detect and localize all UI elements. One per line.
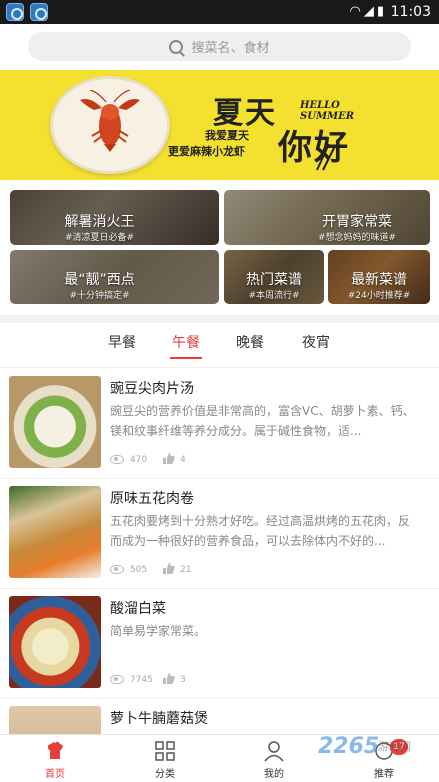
- likes-count: 21: [180, 565, 192, 575]
- home-chef-icon: [47, 741, 63, 759]
- views-count: 470: [130, 455, 148, 465]
- watermark-logo: 2265: [318, 734, 380, 759]
- search-icon: [169, 39, 184, 54]
- app-notification-icon: [6, 3, 24, 21]
- user-icon: [264, 741, 284, 762]
- views-icon: [110, 565, 124, 574]
- recipe-item[interactable]: 酸溜白菜 简单易学家常菜。 7745 3: [0, 589, 439, 699]
- nav-home[interactable]: 首页: [15, 735, 95, 782]
- nav-label: 分类: [155, 769, 175, 780]
- search-bar-area: 搜菜名、食材: [0, 24, 439, 70]
- active-tab-indicator: [170, 357, 202, 359]
- views-icon: [110, 455, 124, 464]
- tab-late-night[interactable]: 夜宵: [302, 332, 330, 352]
- tab-dinner[interactable]: 晚餐: [236, 332, 264, 352]
- like-icon[interactable]: [163, 453, 175, 464]
- recipe-thumbnail: [9, 486, 101, 578]
- category-title: 最“靓”西点: [64, 272, 135, 288]
- likes-count: 4: [180, 455, 186, 465]
- category-tile-hot[interactable]: 热门菜谱 #本周流行#: [224, 250, 324, 304]
- nav-label: 我的: [264, 769, 284, 780]
- category-subtitle: #本周流行#: [248, 291, 300, 301]
- category-subtitle: #十分钟搞定#: [69, 291, 130, 301]
- likes-count: 3: [180, 675, 186, 685]
- recipe-description: 简单易学家常菜。: [110, 624, 207, 638]
- category-subtitle: #24小时推荐#: [347, 291, 411, 301]
- watermark-text: 游戏网: [378, 740, 411, 753]
- category-title: 解暑消火王: [64, 214, 135, 230]
- category-tile-cooling[interactable]: 解暑消火王 #清凉夏日必备#: [10, 190, 219, 245]
- nav-label: 首页: [45, 769, 65, 780]
- tab-lunch[interactable]: 午餐: [172, 332, 200, 352]
- banner-title-1: 夏天: [213, 96, 277, 131]
- banner-subtitle-1: 我爱夏天: [205, 129, 249, 142]
- recipe-title: 萝卜牛腩蘑菇煲: [110, 711, 208, 727]
- search-placeholder: 搜菜名、食材: [191, 41, 270, 56]
- recipe-thumbnail: [9, 376, 101, 468]
- recipe-description: 豌豆尖的营养价值是非常高的，富含VC、胡萝卜素、钙、镁和纹事纤维等养分成分。属于…: [110, 404, 415, 438]
- like-icon[interactable]: [163, 673, 175, 684]
- views-icon: [110, 675, 124, 684]
- status-bar: ◠◢▮ 11:03: [0, 0, 439, 24]
- wifi-icon: ◠: [349, 4, 364, 19]
- category-title: 开胃家常菜: [322, 214, 392, 230]
- battery-icon: ▮: [376, 4, 387, 19]
- category-tile-new[interactable]: 最新菜谱 #24小时推荐#: [328, 250, 430, 304]
- banner-english: HELLO SUMMER: [300, 100, 355, 122]
- recipe-title: 豌豆尖肉片汤: [110, 381, 194, 397]
- category-title: 热门菜谱: [246, 272, 302, 288]
- tab-breakfast[interactable]: 早餐: [108, 332, 136, 352]
- section-divider: [0, 315, 439, 323]
- category-tile-desserts[interactable]: 最“靓”西点 #十分钟搞定#: [10, 250, 219, 304]
- status-icons: ◠◢▮: [350, 4, 388, 19]
- nav-mine[interactable]: 我的: [234, 735, 314, 782]
- views-count: 505: [130, 565, 148, 575]
- grid-icon: [155, 741, 175, 761]
- category-subtitle: #清凉夏日必备#: [64, 233, 135, 243]
- category-tile-homestyle[interactable]: 开胃家常菜 #想念妈妈的味道#: [224, 190, 430, 245]
- banner-title-2: 你好: [278, 128, 350, 168]
- recipe-item[interactable]: 原味五花肉卷 五花肉要烤到十分熟才好吃。经过高温烘烤的五花肉，反而成为一种很好的…: [0, 479, 439, 589]
- recipe-title: 原味五花肉卷: [110, 491, 194, 507]
- lobster-image: [80, 90, 140, 152]
- recipe-item[interactable]: 豌豆尖肉片汤 豌豆尖的营养价值是非常高的，富含VC、胡萝卜素、钙、镁和纹事纤维等…: [0, 369, 439, 479]
- meal-tabs: 早餐 午餐 晚餐 夜宵: [0, 323, 439, 368]
- category-subtitle: #想念妈妈的味道#: [317, 233, 397, 243]
- status-time: 11:03: [390, 4, 431, 20]
- recipe-title: 酸溜白菜: [110, 601, 166, 617]
- banner-subtitle-2: 更爱麻辣小龙虾: [168, 145, 245, 158]
- signal-icon: ◢: [363, 4, 377, 19]
- views-count: 7745: [130, 675, 153, 685]
- category-title: 最新菜谱: [351, 272, 407, 288]
- search-input[interactable]: 搜菜名、食材: [28, 32, 411, 61]
- recipe-thumbnail: [9, 596, 101, 688]
- recipe-description: 五花肉要烤到十分熟才好吃。经过高温烘烤的五花肉，反而成为一种很好的营养食品，可以…: [110, 514, 411, 548]
- category-grid: 解暑消火王 #清凉夏日必备# 开胃家常菜 #想念妈妈的味道# 最“靓”西点 #十…: [0, 180, 439, 315]
- nav-label: 推荐: [374, 769, 394, 780]
- app-notification-icon: [30, 3, 48, 21]
- like-icon[interactable]: [163, 563, 175, 574]
- nav-category[interactable]: 分类: [125, 735, 205, 782]
